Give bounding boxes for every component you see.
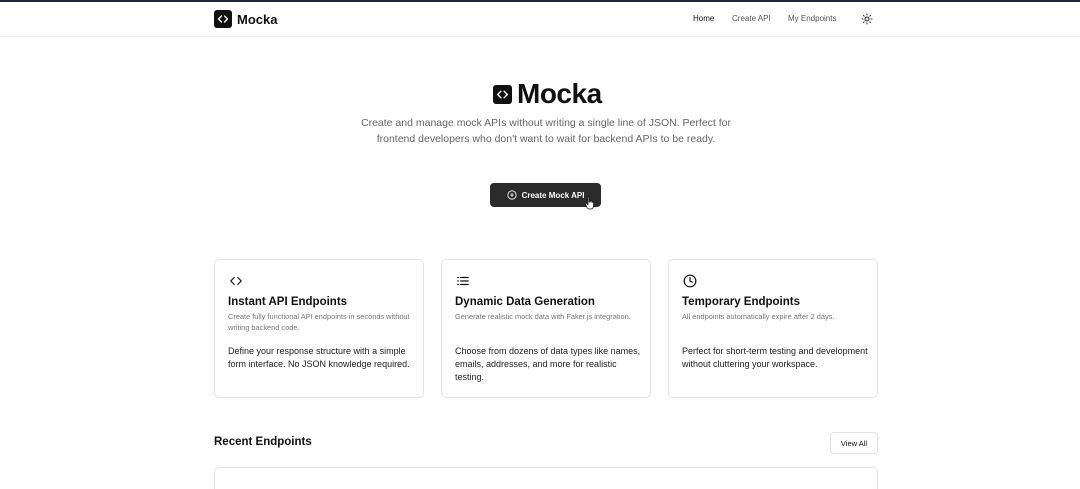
nav-logo[interactable]: Mocka [214,10,277,28]
feature-subtitle: Generate realistic mock data with Faker.… [455,312,631,321]
list-icon [457,276,469,286]
recent-endpoints-heading: Recent Endpoints [214,436,312,448]
hero-brand: Mocka [517,78,602,109]
nav-link-create-api[interactable]: Create API [732,14,771,23]
feature-subtitle: Create fully functional API endpoints in… [228,312,410,332]
feature-title: Instant API Endpoints [228,296,348,308]
view-all-button[interactable]: View All [830,432,878,454]
sun-icon[interactable] [861,13,873,25]
code-icon [230,276,242,286]
nav-link-home[interactable]: Home [693,14,714,23]
recent-endpoints-panel [214,467,878,489]
hero-description: Create and manage mock APIs without writ… [360,117,731,145]
hand-pointer-cursor-icon [585,196,594,210]
nav-link-my-endpoints[interactable]: My Endpoints [788,14,836,23]
feature-subtitle: All endpoints automatically expire after… [682,312,835,321]
feature-title: Dynamic Data Generation [455,296,595,308]
code-logo-icon [493,84,512,104]
code-logo-icon [214,10,232,28]
nav-brand: Mocka [237,11,278,27]
feature-card-instant-api: Instant API Endpoints Create fully funct… [214,259,424,398]
clock-icon [683,274,697,288]
navbar: Mocka Home Create API My Endpoints [0,2,1080,37]
feature-card-temporary: Temporary Endpoints All endpoints automa… [668,259,878,398]
feature-card-dynamic-data: Dynamic Data Generation Generate realist… [441,259,651,398]
feature-body: Perfect for short-term testing and devel… [682,346,868,369]
feature-body: Define your response structure with a si… [228,346,410,369]
plus-circle-icon [506,190,517,200]
create-mock-api-label: Create Mock API [521,190,585,200]
feature-title: Temporary Endpoints [682,296,800,308]
feature-body: Choose from dozens of data types like na… [455,346,641,382]
hero-title: Mocka [493,78,602,110]
